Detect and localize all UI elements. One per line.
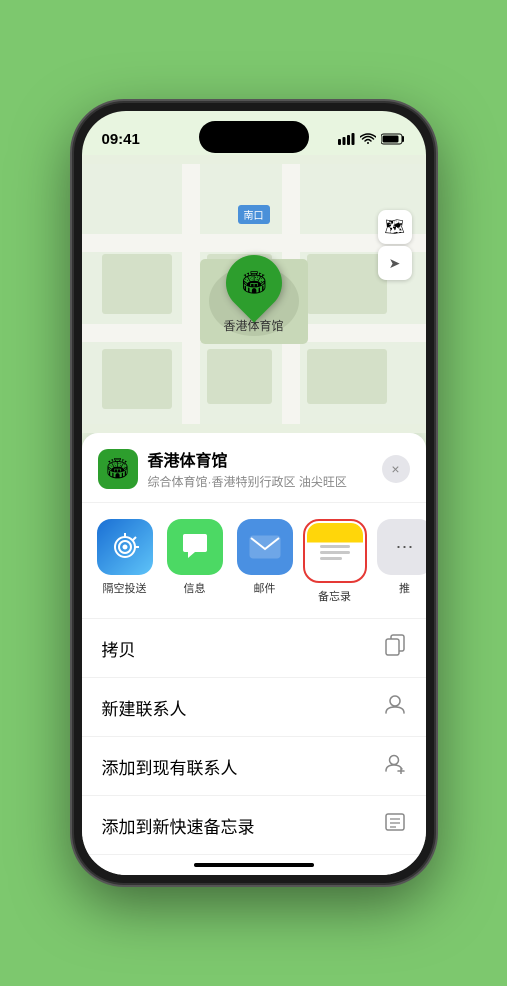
venue-subtitle: 综合体育馆·香港特别行政区 油尖旺区 [148,473,372,490]
home-bar [194,863,314,867]
add-existing-icon [384,752,406,780]
location-arrow-icon: ➤ [389,255,401,272]
quicknote-icon [384,811,406,839]
copy-label: 拷贝 [102,636,136,661]
battery-icon [381,133,406,145]
messages-icon [167,519,223,575]
new-contact-icon [384,693,406,721]
add-existing-label: 添加到现有联系人 [102,754,238,779]
airdrop-label: 隔空投送 [103,580,147,596]
map-type-icon: 🗺 [384,217,404,237]
pin-circle: 🏟 [214,243,293,322]
app-item-messages[interactable]: 信息 [164,519,226,604]
new-contact-label: 新建联系人 [102,695,187,720]
app-icons-row: 隔空投送 信息 [82,503,426,619]
app-item-more[interactable]: ⋯ 推 [374,519,426,604]
app-item-airdrop[interactable]: 隔空投送 [94,519,156,604]
venue-icon: 🏟 [98,449,138,489]
map-label-tag: 南口 [238,205,270,224]
action-row-new-contact[interactable]: 新建联系人 [82,678,426,737]
more-icon: ⋯ [377,519,426,575]
phone-screen: 09:41 [82,111,426,875]
quicknote-label: 添加到新快速备忘录 [102,813,255,838]
map-label-text: 南口 [244,211,264,222]
location-pin: 🏟 香港体育馆 [223,255,283,334]
app-item-mail[interactable]: 邮件 [234,519,296,604]
map-type-button[interactable]: 🗺 [378,210,412,244]
map-controls[interactable]: 🗺 ➤ [378,210,412,280]
action-row-quicknote[interactable]: 添加到新快速备忘录 [82,796,426,855]
action-row-copy[interactable]: 拷贝 [82,619,426,678]
airdrop-icon [97,519,153,575]
mail-icon [237,519,293,575]
copy-icon [384,634,406,662]
messages-label: 信息 [184,580,206,596]
notes-icon-bg [307,523,363,579]
status-icons [338,133,406,145]
notes-label: 备忘录 [318,588,351,604]
location-text-block: 香港体育馆 综合体育馆·香港特别行政区 油尖旺区 [148,447,372,490]
map-area: 南口 🗺 ➤ 🏟 香港体育馆 [82,155,426,433]
more-label: 推 [399,580,410,596]
mail-label: 邮件 [254,580,276,596]
location-button[interactable]: ➤ [378,246,412,280]
wifi-icon [360,133,376,145]
close-icon: × [391,461,399,477]
location-info-row: 🏟 香港体育馆 综合体育馆·香港特别行政区 油尖旺区 × [82,433,426,503]
dynamic-island [199,121,309,153]
status-time: 09:41 [102,131,140,148]
close-button[interactable]: × [382,455,410,483]
pin-icon: 🏟 [240,270,268,296]
venue-name: 香港体育馆 [148,447,372,471]
signal-icon [338,133,355,145]
app-item-notes[interactable]: 备忘录 [304,519,366,604]
share-sheet: 🏟 香港体育馆 综合体育馆·香港特别行政区 油尖旺区 × [82,433,426,875]
home-indicator [82,855,426,875]
action-row-add-existing[interactable]: 添加到现有联系人 [82,737,426,796]
phone-frame: 09:41 [74,103,434,883]
